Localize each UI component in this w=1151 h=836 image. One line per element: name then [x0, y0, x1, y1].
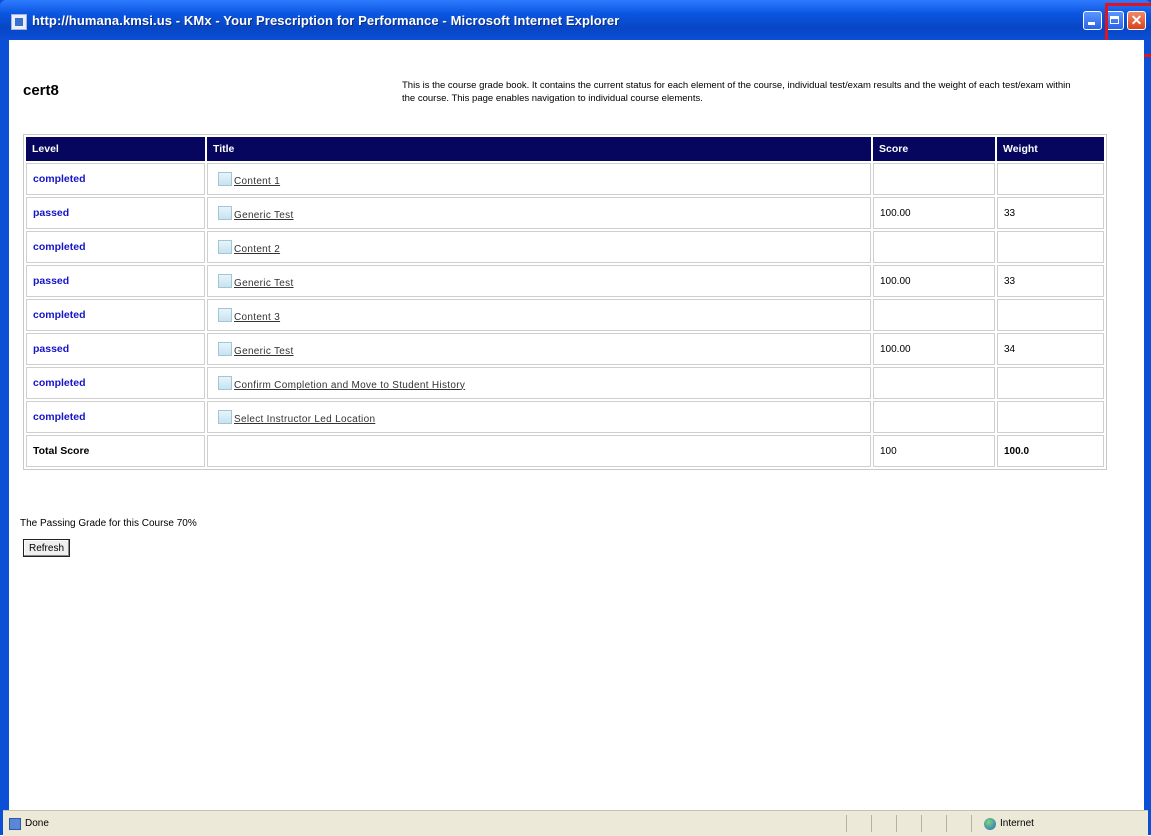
table-row: completed Content 3	[26, 299, 1104, 331]
status-divider	[871, 815, 872, 832]
level-status[interactable]: passed	[33, 275, 69, 287]
level-status[interactable]: completed	[33, 173, 86, 185]
column-header-title: Title	[207, 137, 871, 161]
course-element-link[interactable]: Generic Test	[234, 346, 294, 357]
score-cell	[873, 163, 995, 195]
content-icon[interactable]	[218, 375, 232, 390]
weight-cell: 34	[997, 333, 1104, 365]
score-cell: 100.00	[873, 265, 995, 297]
total-score-label: Total Score	[33, 445, 90, 457]
table-row: passed Generic Test 100.00 33	[26, 197, 1104, 229]
course-element-link[interactable]: Select Instructor Led Location	[234, 414, 375, 425]
weight-cell: 33	[997, 265, 1104, 297]
score-cell: 100.00	[873, 197, 995, 229]
weight-cell	[997, 231, 1104, 263]
grade-book-table: Level Title Score Weight completed Conte…	[23, 134, 1107, 470]
status-divider	[896, 815, 897, 832]
course-element-link[interactable]: Content 2	[234, 244, 280, 255]
course-description: This is the course grade book. It contai…	[402, 80, 1071, 104]
refresh-button[interactable]: Refresh	[23, 539, 71, 557]
content-icon[interactable]	[218, 171, 232, 186]
level-status[interactable]: passed	[33, 207, 69, 219]
table-header-row: Level Title Score Weight	[26, 137, 1104, 161]
test-icon[interactable]	[218, 273, 232, 288]
content-icon[interactable]	[218, 307, 232, 322]
level-status[interactable]: completed	[33, 377, 86, 389]
score-cell	[873, 401, 995, 433]
window-title: http://humana.kmsi.us - KMx - Your Presc…	[32, 13, 620, 28]
table-row: completed Select Instructor Led Location	[26, 401, 1104, 433]
test-icon[interactable]	[218, 341, 232, 356]
column-header-score: Score	[873, 137, 995, 161]
level-status[interactable]: completed	[33, 411, 86, 423]
browser-window: http://humana.kmsi.us - KMx - Your Presc…	[0, 0, 1151, 836]
course-element-link[interactable]: Generic Test	[234, 278, 294, 289]
table-row: completed Confirm Completion and Move to…	[26, 367, 1104, 399]
status-divider	[921, 815, 922, 832]
total-row: Total Score 100 100.0	[26, 435, 1104, 467]
total-title-cell	[207, 435, 871, 467]
status-text: Done	[25, 818, 49, 829]
status-divider	[946, 815, 947, 832]
table-row: passed Generic Test 100.00 33	[26, 265, 1104, 297]
passing-grade-text: The Passing Grade for this Course 70%	[20, 518, 197, 529]
content-icon[interactable]	[218, 239, 232, 254]
score-cell: 100.00	[873, 333, 995, 365]
course-element-link[interactable]: Content 3	[234, 312, 280, 323]
page-done-icon	[9, 818, 21, 830]
column-header-weight: Weight	[997, 137, 1104, 161]
score-cell	[873, 231, 995, 263]
score-cell	[873, 367, 995, 399]
weight-cell: 33	[997, 197, 1104, 229]
level-status[interactable]: passed	[33, 343, 69, 355]
weight-cell	[997, 299, 1104, 331]
content-icon[interactable]	[218, 409, 232, 424]
test-icon[interactable]	[218, 205, 232, 220]
security-zone-text: Internet	[1000, 818, 1034, 829]
level-status[interactable]: completed	[33, 309, 86, 321]
weight-cell	[997, 401, 1104, 433]
table-row: passed Generic Test 100.00 34	[26, 333, 1104, 365]
column-header-level: Level	[26, 137, 205, 161]
course-element-link[interactable]: Generic Test	[234, 210, 294, 221]
weight-cell	[997, 367, 1104, 399]
total-weight-value: 100.0	[997, 435, 1104, 467]
minimize-button[interactable]	[1083, 11, 1102, 30]
score-cell	[873, 299, 995, 331]
course-element-link[interactable]: Content 1	[234, 176, 280, 187]
course-element-link[interactable]: Confirm Completion and Move to Student H…	[234, 380, 465, 391]
table-row: completed Content 2	[26, 231, 1104, 263]
internet-zone-icon	[984, 818, 996, 830]
status-bar: Done Internet	[3, 810, 1148, 836]
status-divider	[846, 815, 847, 832]
total-score-value: 100	[873, 435, 995, 467]
level-status[interactable]: completed	[33, 241, 86, 253]
status-divider	[971, 815, 972, 832]
table-row: completed Content 1	[26, 163, 1104, 195]
weight-cell	[997, 163, 1104, 195]
title-bar[interactable]: http://humana.kmsi.us - KMx - Your Presc…	[0, 0, 1151, 40]
course-title: cert8	[23, 82, 59, 99]
ie-page-icon	[11, 14, 27, 30]
